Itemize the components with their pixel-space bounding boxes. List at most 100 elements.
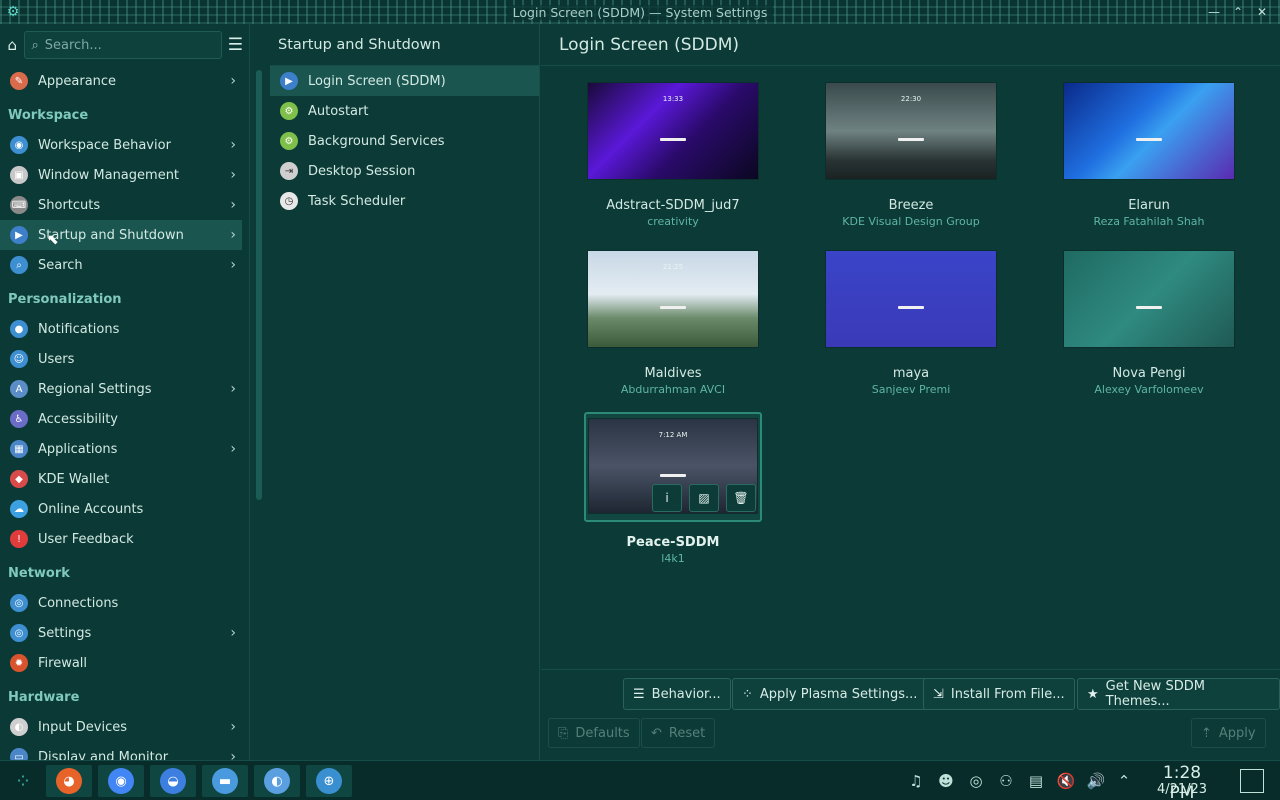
- search-input[interactable]: [44, 37, 215, 53]
- clipboard-tray-icon[interactable]: ▤: [1026, 771, 1046, 791]
- page-title: Login Screen (SDDM): [541, 24, 1280, 66]
- volume-tray-icon[interactable]: 🔊: [1086, 771, 1106, 791]
- theme-name: Nova Pengi: [1112, 366, 1186, 381]
- sidebar-item-settings[interactable]: ◎ Settings ›: [0, 618, 242, 648]
- sidebar-section-header: Personalization: [0, 280, 242, 314]
- category-item-desktop-session[interactable]: ⇥ Desktop Session: [270, 156, 539, 186]
- theme-card[interactable]: 22:30 Breeze KDE Visual Design Group: [821, 82, 1001, 228]
- home-icon[interactable]: ⌂: [6, 31, 18, 59]
- app-launcher-icon-glyph: ⁘: [14, 769, 32, 793]
- show-desktop-icon[interactable]: [1240, 769, 1264, 793]
- info-icon[interactable]: i: [652, 484, 682, 512]
- theme-card[interactable]: Elarun Reza Fatahilah Shah: [1059, 82, 1239, 228]
- sidebar-item-kde-wallet[interactable]: ◆ KDE Wallet: [0, 464, 242, 494]
- theme-author: Abdurrahman AVCI: [620, 383, 726, 396]
- theme-card[interactable]: 7:12 AM i ▨ 🗑 Peace-SDDM l4k1: [583, 412, 763, 565]
- sidebar-item-display-and-monitor[interactable]: ▭ Display and Monitor ›: [0, 742, 242, 760]
- notifications-tray-icon[interactable]: ♫: [906, 771, 926, 791]
- get-new-themes-button[interactable]: ★ Get New SDDM Themes...: [1077, 678, 1280, 710]
- chevron-right-icon: ›: [230, 137, 236, 153]
- preview-clock: 21:25: [662, 263, 684, 271]
- apply-plasma-settings-button[interactable]: ⁘ Apply Plasma Settings...: [732, 678, 928, 710]
- sidebar-item-regional-settings[interactable]: A Regional Settings ›: [0, 374, 242, 404]
- firefox-icon[interactable]: ◕: [46, 765, 92, 797]
- discover-icon[interactable]: ◒: [150, 765, 196, 797]
- sidebar-item-user-feedback[interactable]: ! User Feedback: [0, 524, 242, 554]
- sidebar-item-online-accounts[interactable]: ☁ Online Accounts: [0, 494, 242, 524]
- install-from-file-button[interactable]: ⇲ Install From File...: [923, 678, 1075, 710]
- minimize-icon[interactable]: —: [1206, 4, 1222, 20]
- defaults-button[interactable]: ⎘ Defaults: [548, 718, 640, 748]
- sidebar-item-label: Regional Settings: [38, 381, 152, 397]
- category-item-background-services[interactable]: ⚙ Background Services: [270, 126, 539, 156]
- sidebar-item-users[interactable]: ☺ Users: [0, 344, 242, 374]
- sidebar-item-label: Startup and Shutdown: [38, 227, 184, 243]
- theme-card[interactable]: 13:33 Adstract-SDDM_jud7 creativity: [583, 82, 763, 228]
- mouse-cursor-icon: ⬉: [47, 232, 59, 248]
- chrome-icon[interactable]: ◉: [98, 765, 144, 797]
- search-icon: ⌕: [10, 256, 28, 274]
- theme-card[interactable]: 21:25 Maldives Abdurrahman AVCI: [583, 250, 763, 396]
- category-item-task-scheduler[interactable]: ◷ Task Scheduler: [270, 186, 539, 216]
- behavior-button[interactable]: ☰ Behavior...: [623, 678, 731, 710]
- clock-date[interactable]: 4/21/23: [1148, 782, 1216, 797]
- user-tray-icon[interactable]: ☻: [936, 771, 956, 791]
- image-icon[interactable]: ▨: [689, 484, 719, 512]
- sidebar-item-window-management[interactable]: ▣ Window Management ›: [0, 160, 242, 190]
- sidebar-section-header: Network: [0, 554, 242, 588]
- maximize-icon[interactable]: ⌃: [1230, 4, 1246, 20]
- theme-preview[interactable]: 13:33: [587, 82, 759, 180]
- section-title: Workspace: [8, 108, 89, 123]
- sidebar-item-accessibility[interactable]: ♿ Accessibility: [0, 404, 242, 434]
- theme-preview[interactable]: [1063, 250, 1235, 348]
- sidebar-item-label: Applications: [38, 441, 118, 457]
- expand-tray-icon[interactable]: ⌃: [1114, 771, 1134, 791]
- dolphin-icon[interactable]: ▬: [202, 765, 248, 797]
- theme-preview[interactable]: 21:25: [587, 250, 759, 348]
- app-launcher-icon[interactable]: ⁘: [0, 765, 46, 797]
- sidebar-item-input-devices[interactable]: ◐ Input Devices ›: [0, 712, 242, 742]
- system-settings-icon[interactable]: ◐: [254, 765, 300, 797]
- theme-card[interactable]: maya Sanjeev Premi: [821, 250, 1001, 396]
- delete-icon[interactable]: 🗑: [726, 484, 756, 512]
- chevron-right-icon: ›: [230, 441, 236, 457]
- sidebar-item-appearance[interactable]: ✎ Appearance ›: [0, 66, 242, 96]
- update-tray-icon[interactable]: ◎: [966, 771, 986, 791]
- theme-name: Maldives: [644, 366, 702, 381]
- category-item-autostart[interactable]: ⚙ Autostart: [270, 96, 539, 126]
- sidebar-item-label: Settings: [38, 625, 92, 641]
- reset-button[interactable]: ↶ Reset: [641, 718, 716, 748]
- apply-button[interactable]: ⇡ Apply: [1191, 718, 1266, 748]
- mute-tray-icon[interactable]: 🔇: [1056, 771, 1076, 791]
- hamburger-menu-icon[interactable]: ☰: [228, 31, 243, 59]
- sidebar-item-shortcuts[interactable]: ⌨ Shortcuts ›: [0, 190, 242, 220]
- sidebar-item-workspace-behavior[interactable]: ◉ Workspace Behavior ›: [0, 130, 242, 160]
- autostart-icon: ⚙: [280, 102, 298, 120]
- theme-name: Peace-SDDM: [626, 535, 720, 550]
- sidebar-item-startup-and-shutdown[interactable]: ▶ Startup and Shutdown › ⬉: [0, 220, 242, 250]
- theme-card[interactable]: Nova Pengi Alexey Varfolomeev: [1059, 250, 1239, 396]
- preview-password-bar: [660, 474, 686, 477]
- close-icon[interactable]: ✕: [1254, 4, 1270, 20]
- sidebar-item-notifications[interactable]: ● Notifications: [0, 314, 242, 344]
- network-tray-icon[interactable]: ⚇: [996, 771, 1016, 791]
- wallet-icon: ◆: [10, 470, 28, 488]
- sidebar-item-search[interactable]: ⌕ Search ›: [0, 250, 242, 280]
- sidebar-item-connections[interactable]: ◎ Connections: [0, 588, 242, 618]
- search-icon: ⌕: [31, 37, 39, 53]
- selected-theme-frame[interactable]: 7:12 AM i ▨ 🗑: [584, 412, 762, 522]
- background-services-icon: ⚙: [280, 132, 298, 150]
- theme-preview[interactable]: [1063, 82, 1235, 180]
- sidebar-item-applications[interactable]: ▦ Applications ›: [0, 434, 242, 464]
- window-titlebar[interactable]: ⚙ Login Screen (SDDM) — System Settings …: [0, 0, 1280, 24]
- sidebar-list: ✎ Appearance › Workspace ◉ Workspace Behavior…: [0, 66, 242, 760]
- search-field[interactable]: ⌕: [24, 31, 222, 59]
- sidebar-item-label: Input Devices: [38, 719, 128, 735]
- help-icon[interactable]: ⊕: [306, 765, 352, 797]
- theme-preview[interactable]: 22:30: [825, 82, 997, 180]
- sidebar-scrollbar[interactable]: [256, 70, 262, 500]
- theme-name: Adstract-SDDM_jud7: [606, 198, 740, 213]
- theme-preview[interactable]: [825, 250, 997, 348]
- sidebar-item-firewall[interactable]: ✹ Firewall: [0, 648, 242, 678]
- category-item-login-screen-sddm-[interactable]: ▶ Login Screen (SDDM): [270, 66, 539, 96]
